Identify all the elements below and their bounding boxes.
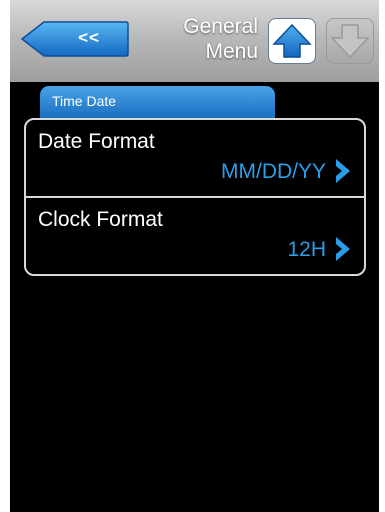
- date-format-row[interactable]: Date Format MM/DD/YY: [26, 120, 364, 196]
- arrow-up-icon: [272, 23, 312, 58]
- settings-panel: Date Format MM/DD/YY Clock Format 12H: [24, 118, 366, 276]
- page-title-line2: Menu: [205, 40, 258, 63]
- clock-format-row[interactable]: Clock Format 12H: [26, 198, 364, 274]
- device-screen: << General Menu Time Date Date Format MM…: [10, 0, 379, 512]
- scroll-up-button[interactable]: [268, 18, 316, 64]
- chevron-right-icon: [336, 237, 350, 261]
- clock-format-value: 12H: [287, 238, 326, 261]
- page-title-line1: General: [183, 15, 258, 38]
- chevron-right-icon: [336, 159, 350, 183]
- back-button[interactable]: <<: [20, 20, 130, 58]
- arrow-down-icon: [330, 24, 370, 59]
- header-bar: << General Menu: [10, 0, 379, 82]
- scroll-down-button: [326, 18, 374, 64]
- tab-time-date[interactable]: Time Date: [40, 86, 275, 118]
- clock-format-label: Clock Format: [38, 208, 163, 231]
- tab-label: Time Date: [52, 93, 117, 109]
- back-button-label: <<: [78, 28, 100, 47]
- date-format-value: MM/DD/YY: [221, 160, 326, 183]
- page-title: General Menu: [148, 14, 258, 64]
- date-format-label: Date Format: [38, 130, 155, 153]
